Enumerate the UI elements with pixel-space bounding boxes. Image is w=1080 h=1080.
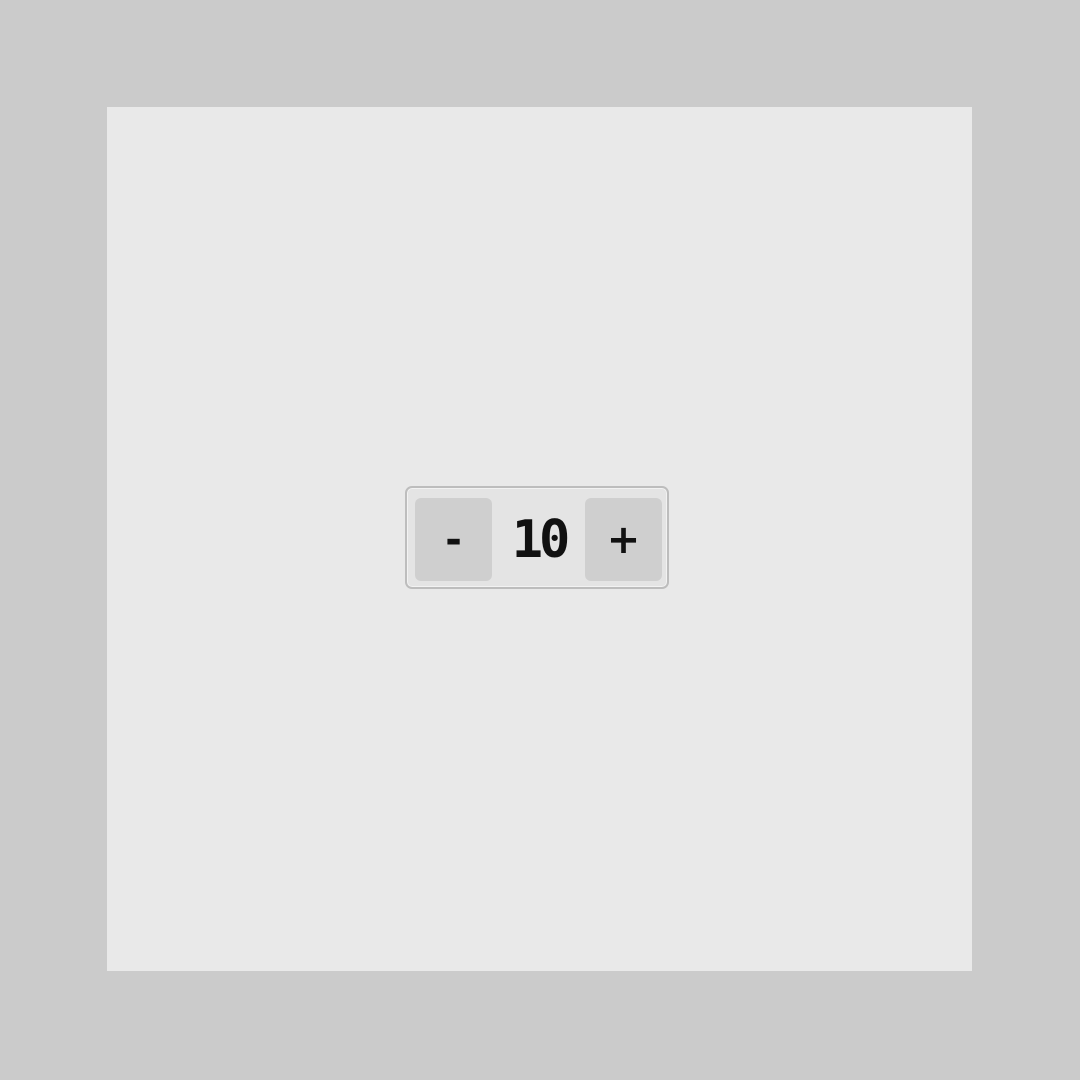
increment-button[interactable]: + [585, 498, 662, 581]
decrement-button[interactable]: - [415, 498, 492, 581]
stepper-value: 10 [511, 509, 571, 570]
quantity-stepper: - 10 + [405, 486, 669, 589]
outer-frame: - 10 + [0, 0, 1080, 1080]
canvas-area: - 10 + [107, 107, 972, 971]
